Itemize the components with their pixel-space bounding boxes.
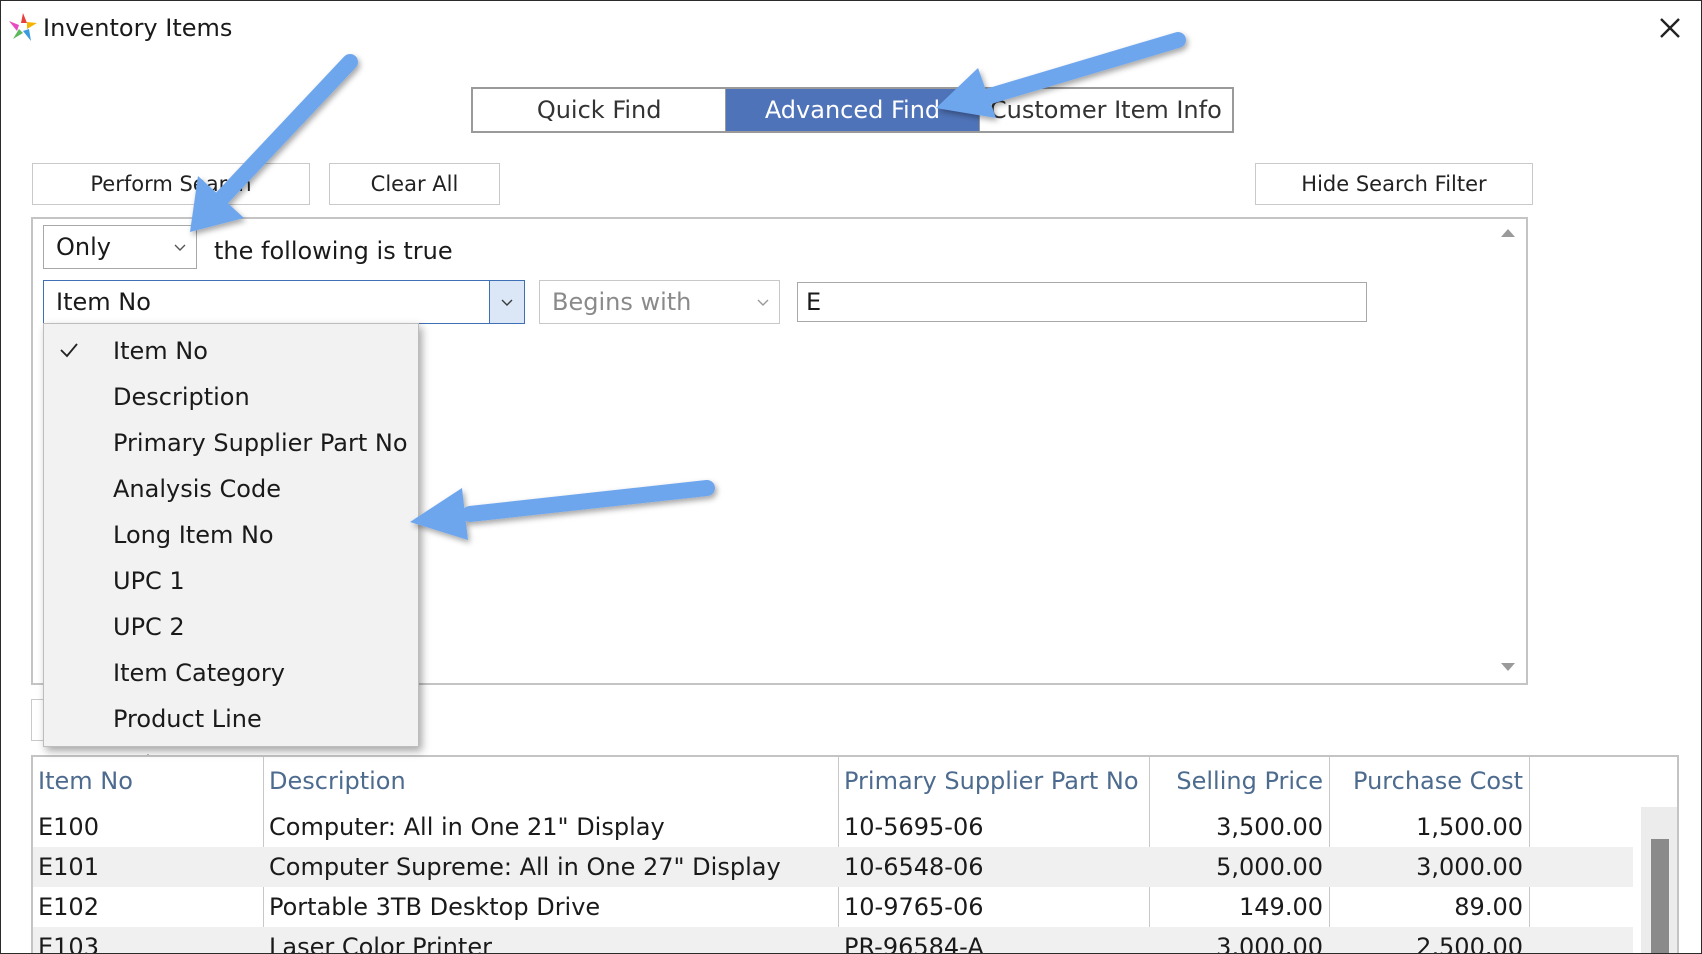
hide-search-filter-button[interactable]: Hide Search Filter (1255, 163, 1533, 205)
cell-purchase-cost: 89.00 (1454, 893, 1523, 921)
field-option-analysis-code[interactable]: Analysis Code (44, 466, 418, 512)
field-dropdown-list: Item No Description Primary Supplier Par… (43, 323, 419, 747)
field-option-item-category[interactable]: Item Category (44, 650, 418, 696)
column-header-item-no[interactable]: Item No (38, 767, 133, 795)
match-mode-value: Only (56, 233, 111, 261)
column-header-selling-price[interactable]: Selling Price (1155, 767, 1323, 795)
perform-search-button[interactable]: Perform Search (32, 163, 310, 205)
table-row[interactable]: E100 Computer: All in One 21" Display 10… (33, 807, 1633, 847)
operator-select[interactable]: Begins with (539, 280, 780, 324)
cell-supplier-part-no: 10-5695-06 (844, 813, 984, 841)
field-option-primary-supplier-part-no[interactable]: Primary Supplier Part No (44, 420, 418, 466)
search-value-text: E (806, 288, 822, 316)
scroll-down-icon[interactable] (1501, 663, 1515, 671)
cell-purchase-cost: 3,000.00 (1416, 853, 1523, 881)
cell-description: Portable 3TB Desktop Drive (269, 893, 601, 921)
scroll-up-icon[interactable] (1501, 229, 1515, 237)
column-header-purchase-cost[interactable]: Purchase Cost (1335, 767, 1523, 795)
cell-item-no: E100 (38, 813, 99, 841)
match-mode-suffix: the following is true (214, 237, 453, 265)
cell-supplier-part-no: PR-96584-A (844, 933, 984, 954)
app-logo-icon (9, 13, 37, 41)
results-grid: Item No Description Primary Supplier Par… (31, 755, 1679, 954)
cell-description: Computer: All in One 21" Display (269, 813, 665, 841)
inventory-items-window: Inventory Items Quick Find Advanced Find… (0, 0, 1702, 954)
tab-quick-find[interactable]: Quick Find (473, 89, 727, 131)
cell-purchase-cost: 2,500.00 (1416, 933, 1523, 954)
chevron-down-icon (757, 299, 769, 306)
cell-description: Computer Supreme: All in One 27" Display (269, 853, 781, 881)
search-value-input[interactable]: E (797, 282, 1367, 322)
column-header-supplier-part-no[interactable]: Primary Supplier Part No (844, 767, 1139, 795)
tab-customer-item-info[interactable]: Customer Item Info (980, 89, 1232, 131)
clear-all-button[interactable]: Clear All (329, 163, 500, 205)
field-option-upc-1[interactable]: UPC 1 (44, 558, 418, 604)
cell-item-no: E101 (38, 853, 99, 881)
tab-advanced-find[interactable]: Advanced Find (726, 89, 980, 131)
column-header-description[interactable]: Description (269, 767, 406, 795)
table-row[interactable]: E102 Portable 3TB Desktop Drive 10-9765-… (33, 887, 1633, 927)
title-bar: Inventory Items (1, 1, 1701, 55)
cell-selling-price: 149.00 (1239, 893, 1323, 921)
chevron-down-icon (501, 299, 513, 306)
search-mode-tabs: Quick Find Advanced Find Customer Item I… (471, 87, 1234, 133)
cell-selling-price: 3,000.00 (1216, 933, 1323, 954)
field-option-description[interactable]: Description (44, 374, 418, 420)
cell-purchase-cost: 1,500.00 (1416, 813, 1523, 841)
field-option-item-no[interactable]: Item No (44, 328, 418, 374)
cell-selling-price: 3,500.00 (1216, 813, 1323, 841)
cell-description: Laser Color Printer (269, 933, 492, 954)
match-mode-select[interactable]: Only (43, 225, 197, 269)
field-option-product-line[interactable]: Product Line (44, 696, 418, 742)
operator-value: Begins with (552, 288, 692, 316)
table-row[interactable]: E101 Computer Supreme: All in One 27" Di… (33, 847, 1633, 887)
checkmark-icon (60, 343, 78, 358)
field-select-value: Item No (56, 288, 151, 316)
chevron-down-icon (174, 244, 186, 251)
window-title: Inventory Items (43, 14, 233, 42)
cell-item-no: E103 (38, 933, 99, 954)
cell-item-no: E102 (38, 893, 99, 921)
table-row[interactable]: E103 Laser Color Printer PR-96584-A 3,00… (33, 927, 1633, 954)
cell-selling-price: 5,000.00 (1216, 853, 1323, 881)
field-option-long-item-no[interactable]: Long Item No (44, 512, 418, 558)
grid-header: Item No Description Primary Supplier Par… (33, 757, 1677, 805)
cell-supplier-part-no: 10-6548-06 (844, 853, 984, 881)
field-select[interactable]: Item No (43, 280, 525, 324)
field-select-toggle[interactable] (489, 281, 524, 323)
close-icon[interactable] (1653, 11, 1687, 45)
field-option-upc-2[interactable]: UPC 2 (44, 604, 418, 650)
grid-scrollbar-thumb[interactable] (1651, 839, 1669, 953)
cell-supplier-part-no: 10-9765-06 (844, 893, 984, 921)
